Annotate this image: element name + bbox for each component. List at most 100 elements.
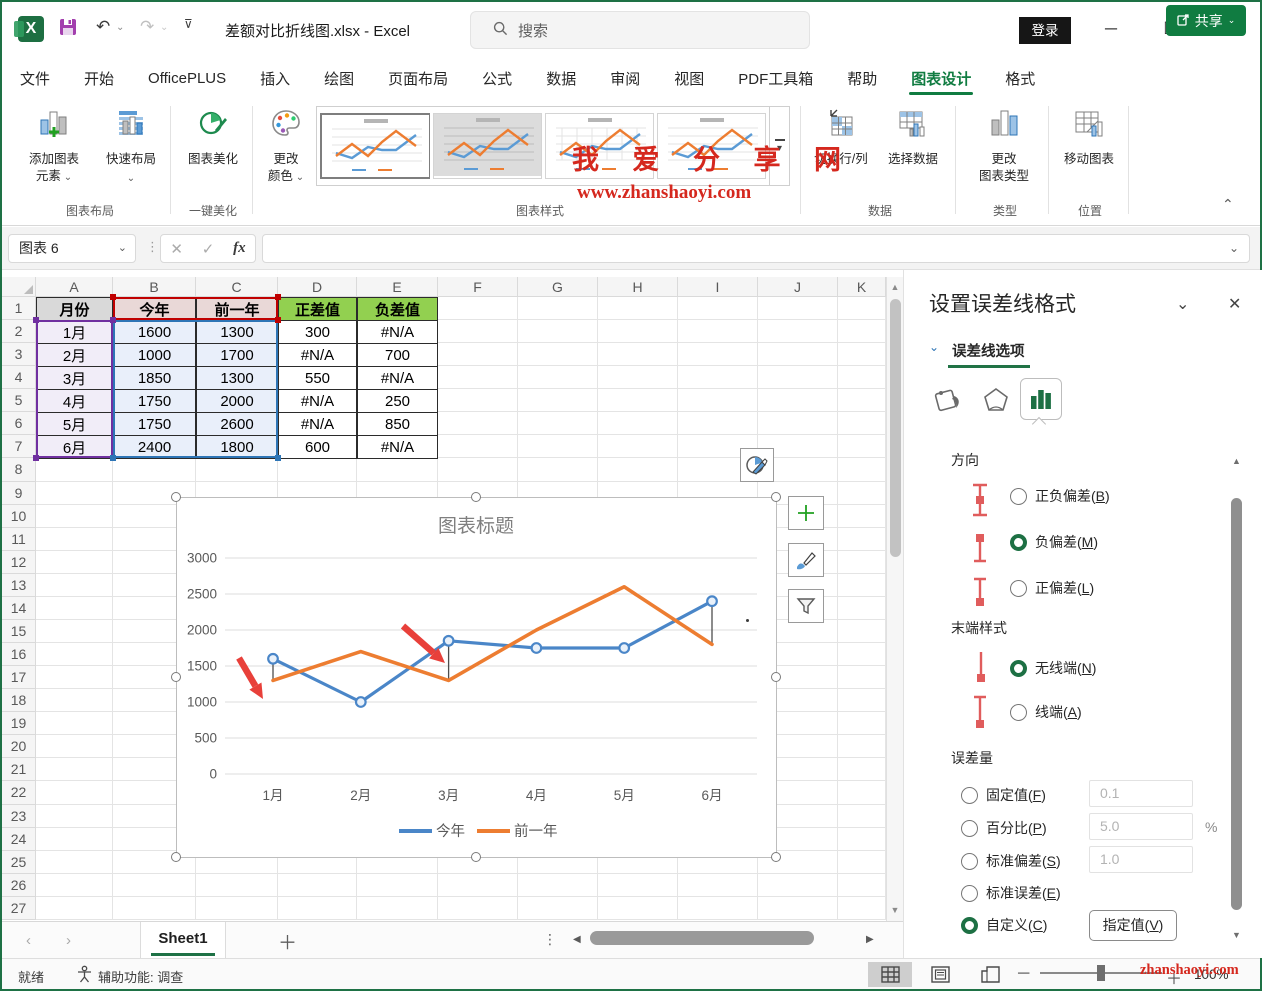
cell-K24[interactable] bbox=[838, 827, 886, 851]
cell-I27[interactable] bbox=[678, 896, 758, 920]
option-no-cap[interactable]: 无线端(N) bbox=[1010, 658, 1096, 678]
name-box-chevron-icon[interactable]: ⌄ bbox=[118, 235, 127, 262]
table-cell[interactable]: 1月 bbox=[36, 320, 113, 345]
cell-A20[interactable] bbox=[36, 735, 113, 759]
cell-G2[interactable] bbox=[518, 320, 598, 344]
cell-K17[interactable] bbox=[838, 666, 886, 690]
pane-scrollbar[interactable]: ▲ ▼ bbox=[1229, 448, 1244, 950]
cell-A23[interactable] bbox=[36, 804, 113, 828]
cell-K23[interactable] bbox=[838, 804, 886, 828]
cell-F2[interactable] bbox=[438, 320, 518, 344]
excel-logo-icon[interactable]: X bbox=[14, 16, 44, 42]
table-cell[interactable]: 1750 bbox=[113, 412, 196, 437]
cell-H5[interactable] bbox=[598, 389, 678, 413]
cell-K3[interactable] bbox=[838, 343, 886, 367]
percentage-input[interactable]: 5.0 bbox=[1089, 813, 1193, 840]
cell-K18[interactable] bbox=[838, 689, 886, 713]
table-header-前一年[interactable]: 前一年 bbox=[196, 297, 278, 322]
select-all-corner[interactable] bbox=[2, 277, 36, 297]
option-cap[interactable]: 线端(A) bbox=[1010, 702, 1082, 722]
share-button[interactable]: 共享 ⌄ bbox=[1166, 5, 1246, 36]
formula-input[interactable]: ⌄ bbox=[262, 234, 1250, 263]
table-header-今年[interactable]: 今年 bbox=[113, 297, 196, 322]
cell-G1[interactable] bbox=[518, 297, 598, 321]
row-header-2[interactable]: 2 bbox=[2, 320, 36, 344]
cell-A25[interactable] bbox=[36, 850, 113, 874]
table-cell[interactable]: #N/A bbox=[278, 343, 357, 368]
table-cell[interactable]: #N/A bbox=[357, 320, 438, 345]
collapse-ribbon-icon[interactable]: ⌃ bbox=[1222, 196, 1234, 213]
cell-K15[interactable] bbox=[838, 619, 886, 644]
hscroll-left-icon[interactable]: ◀ bbox=[573, 934, 581, 945]
minimize-button[interactable]: ─ bbox=[1096, 14, 1126, 44]
sheetbar-more-icon[interactable]: ⋮ bbox=[543, 931, 557, 948]
column-header-I[interactable]: I bbox=[678, 277, 758, 297]
insert-function-icon[interactable]: fx bbox=[233, 240, 246, 257]
specify-value-button[interactable]: 指定值(V) bbox=[1089, 910, 1177, 941]
cell-E26[interactable] bbox=[357, 873, 438, 897]
cell-K20[interactable] bbox=[838, 735, 886, 759]
ribbon-tab-14[interactable]: 格式 bbox=[1003, 60, 1037, 97]
chart-elements-button[interactable] bbox=[788, 496, 824, 530]
confirm-entry-icon[interactable]: ✓ bbox=[202, 240, 215, 258]
cell-H3[interactable] bbox=[598, 343, 678, 367]
horizontal-scroll-thumb[interactable] bbox=[590, 931, 814, 945]
name-box[interactable]: 图表 6 ⌄ bbox=[8, 234, 136, 263]
chart-resize-handle[interactable] bbox=[471, 492, 481, 502]
ribbon-tab-1[interactable]: 文件 bbox=[18, 60, 52, 97]
cell-K21[interactable] bbox=[838, 758, 886, 782]
error-bar-options-tab[interactable] bbox=[1020, 378, 1062, 420]
cell-A19[interactable] bbox=[36, 712, 113, 736]
table-cell[interactable]: 1800 bbox=[196, 435, 278, 460]
cell-H8[interactable] bbox=[598, 458, 678, 482]
cell-A14[interactable] bbox=[36, 596, 113, 620]
cell-K6[interactable] bbox=[838, 412, 886, 436]
table-cell[interactable]: 2000 bbox=[196, 389, 278, 414]
cell-D26[interactable] bbox=[278, 873, 357, 897]
table-cell[interactable]: 600 bbox=[278, 435, 357, 460]
cell-A9[interactable] bbox=[36, 481, 113, 505]
formula-expand-chevron-icon[interactable]: ⌄ bbox=[1229, 241, 1239, 255]
table-cell[interactable]: 1850 bbox=[113, 366, 196, 391]
cell-H1[interactable] bbox=[598, 297, 678, 321]
chart-resize-handle[interactable] bbox=[171, 672, 181, 682]
cell-J26[interactable] bbox=[758, 873, 838, 897]
cell-A18[interactable] bbox=[36, 689, 113, 713]
cell-H26[interactable] bbox=[598, 873, 678, 897]
cell-K19[interactable] bbox=[838, 712, 886, 736]
table-cell[interactable]: #N/A bbox=[357, 366, 438, 391]
page-layout-view-button[interactable] bbox=[918, 962, 962, 987]
cell-E27[interactable] bbox=[357, 896, 438, 920]
fixed-value-input[interactable]: 0.1 bbox=[1089, 780, 1193, 807]
cell-J5[interactable] bbox=[758, 389, 838, 413]
table-cell[interactable]: 850 bbox=[357, 412, 438, 437]
chart-resize-handle[interactable] bbox=[771, 672, 781, 682]
column-header-J[interactable]: J bbox=[758, 277, 838, 297]
effects-tab-icon[interactable] bbox=[978, 382, 1014, 421]
quick-layout-button[interactable]: 快速布局 ⌄ bbox=[98, 106, 164, 186]
zoom-out-icon[interactable]: ─ bbox=[1018, 965, 1029, 983]
normal-view-button[interactable] bbox=[868, 962, 912, 987]
chart-filters-button[interactable] bbox=[788, 589, 824, 623]
scroll-down-icon[interactable]: ▼ bbox=[887, 905, 903, 915]
ribbon-tab-10[interactable]: 视图 bbox=[672, 60, 706, 97]
table-cell[interactable]: 1300 bbox=[196, 366, 278, 391]
table-cell[interactable]: 1750 bbox=[113, 389, 196, 414]
ribbon-tab-6[interactable]: 页面布局 bbox=[386, 60, 450, 97]
cell-A16[interactable] bbox=[36, 643, 113, 667]
ribbon-tab-13[interactable]: 图表设计 bbox=[909, 60, 974, 97]
table-cell[interactable]: 1300 bbox=[196, 320, 278, 345]
table-header-正差值[interactable]: 正差值 bbox=[278, 297, 357, 322]
cell-C26[interactable] bbox=[196, 873, 278, 897]
cell-I1[interactable] bbox=[678, 297, 758, 321]
cell-J6[interactable] bbox=[758, 412, 838, 436]
cell-G5[interactable] bbox=[518, 389, 598, 413]
login-button[interactable]: 登录 bbox=[1019, 17, 1071, 44]
chart-beautify-button[interactable]: 图表美化 bbox=[178, 106, 248, 168]
cell-D8[interactable] bbox=[278, 458, 357, 482]
table-cell[interactable]: #N/A bbox=[278, 389, 357, 414]
row-header-24[interactable]: 24 bbox=[2, 827, 36, 851]
chart-styles-button[interactable] bbox=[788, 543, 824, 577]
cell-A15[interactable] bbox=[36, 619, 113, 644]
cell-H4[interactable] bbox=[598, 366, 678, 390]
